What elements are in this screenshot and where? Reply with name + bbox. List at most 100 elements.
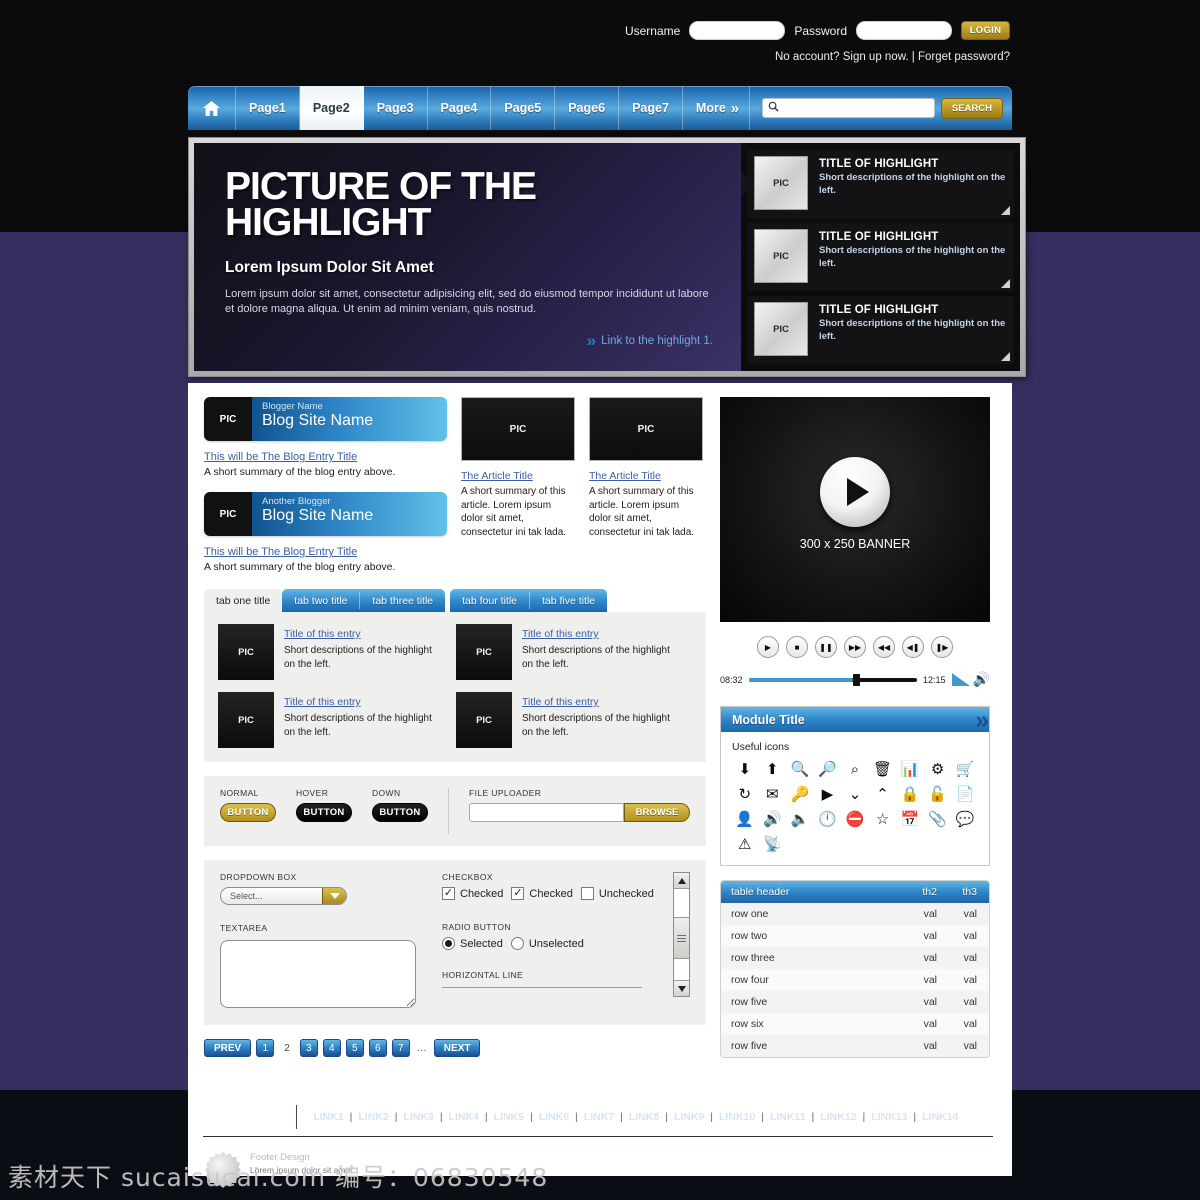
pagination-page-3[interactable]: 3 <box>299 1039 318 1057</box>
previous-track-icon[interactable]: ◀❚ <box>902 636 924 658</box>
nav-more-button[interactable]: More » <box>683 86 751 130</box>
volume-mute-icon[interactable]: 🔈 <box>787 810 813 828</box>
footer-link-4[interactable]: LINK4 <box>449 1111 479 1123</box>
warning-icon[interactable]: ⚠ <box>732 835 758 853</box>
nav-item-page2[interactable]: Page2 <box>299 86 364 130</box>
scroll-up-button[interactable] <box>674 873 689 889</box>
checkbox-item[interactable]: Unchecked <box>580 887 654 900</box>
upload-arrow-icon[interactable]: ⬆ <box>760 760 786 778</box>
footer-link-3[interactable]: LINK3 <box>403 1111 433 1123</box>
checkbox-unchecked-icon[interactable] <box>580 887 594 900</box>
entry-title[interactable]: Title of this entry <box>284 628 361 640</box>
footer-link-12[interactable]: LINK12 <box>820 1111 856 1123</box>
fast-forward-icon[interactable]: ▶▶ <box>844 636 866 658</box>
footer-link-1[interactable]: LINK1 <box>313 1111 343 1123</box>
blog-entry-title[interactable]: This will be The Blog Entry Title <box>204 546 447 558</box>
demo-button-normal[interactable]: BUTTON <box>220 803 276 822</box>
radio-item-selected[interactable]: Selected <box>442 937 503 950</box>
demo-button-down[interactable]: BUTTON <box>372 803 428 822</box>
tab-five[interactable]: tab five title <box>530 589 607 612</box>
download-arrow-icon[interactable]: ⬇ <box>732 760 758 778</box>
blog-header[interactable]: PIC Blogger Name Blog Site Name <box>204 397 447 441</box>
article-title[interactable]: The Article Title <box>589 470 703 482</box>
textarea-input[interactable] <box>220 940 416 1008</box>
footer-link-6[interactable]: LINK6 <box>539 1111 569 1123</box>
password-input[interactable] <box>856 21 952 40</box>
vertical-scrollbar[interactable] <box>673 872 690 997</box>
nav-item-page4[interactable]: Page4 <box>428 86 492 130</box>
rewind-icon[interactable]: ◀◀ <box>873 636 895 658</box>
entry-title[interactable]: Title of this entry <box>522 628 599 640</box>
collapse-up-icon[interactable]: ⌃ <box>870 785 896 803</box>
rss-icon[interactable]: 📡 <box>760 835 786 853</box>
zoom-out-icon[interactable]: 🔎 <box>815 760 841 778</box>
demo-button-hover[interactable]: BUTTON <box>296 803 352 822</box>
tab-two[interactable]: tab two title <box>282 589 359 612</box>
scroll-down-button[interactable] <box>674 980 689 996</box>
footer-link-11[interactable]: LINK11 <box>770 1111 806 1123</box>
signup-forgot-links[interactable]: No account? Sign up now. | Forget passwo… <box>775 51 1010 63</box>
volume-on-icon[interactable]: 🔊 <box>760 810 786 828</box>
checkbox-item[interactable]: ✓ Checked <box>511 887 573 900</box>
pagination-page-1[interactable]: 1 <box>256 1039 275 1057</box>
pagination-page-6[interactable]: 6 <box>368 1039 387 1057</box>
key-icon[interactable]: 🔑 <box>787 785 813 803</box>
bar-chart-icon[interactable]: 📊 <box>897 760 923 778</box>
play-icon[interactable] <box>820 456 890 527</box>
checkbox-checked-icon[interactable]: ✓ <box>511 887 525 900</box>
highlight-card[interactable]: PIC TITLE OF HIGHLIGHT Short description… <box>747 150 1014 218</box>
entry-title[interactable]: Title of this entry <box>284 696 361 708</box>
cart-icon[interactable]: 🛒 <box>952 760 978 778</box>
search-input[interactable] <box>784 102 929 114</box>
highlight-card[interactable]: PIC TITLE OF HIGHLIGHT Short description… <box>747 296 1014 364</box>
entry-title[interactable]: Title of this entry <box>522 696 599 708</box>
nav-item-page3[interactable]: Page3 <box>364 86 428 130</box>
pause-icon[interactable]: ❚❚ <box>815 636 837 658</box>
browse-button[interactable]: BROWSE <box>624 803 690 822</box>
footer-link-5[interactable]: LINK5 <box>494 1111 524 1123</box>
nav-item-page1[interactable]: Page1 <box>236 86 300 130</box>
radio-selected-icon[interactable] <box>442 937 455 950</box>
nav-item-page7[interactable]: Page7 <box>619 86 683 130</box>
chevron-down-icon[interactable] <box>322 888 346 904</box>
media-banner[interactable]: 300 x 250 BANNER <box>720 397 990 622</box>
nav-item-page6[interactable]: Page6 <box>555 86 620 130</box>
tab-three[interactable]: tab three title <box>360 589 445 612</box>
blog-header[interactable]: PIC Another Blogger Blog Site Name <box>204 492 447 536</box>
star-icon[interactable]: ☆ <box>870 810 896 828</box>
username-input[interactable] <box>689 21 786 40</box>
footer-link-10[interactable]: LINK10 <box>719 1111 755 1123</box>
envelope-icon[interactable]: ✉ <box>760 785 786 803</box>
stop-icon[interactable]: ■ <box>786 636 808 658</box>
user-icon[interactable]: 👤 <box>732 810 758 828</box>
footer-link-14[interactable]: LINK14 <box>922 1111 958 1123</box>
nav-item-page5[interactable]: Page5 <box>491 86 556 130</box>
volume-icon[interactable]: 🔊 <box>973 671 990 688</box>
play-icon[interactable]: ▶ <box>757 636 779 658</box>
footer-link-8[interactable]: LINK8 <box>629 1111 659 1123</box>
nav-home-button[interactable] <box>188 86 236 130</box>
footer-link-9[interactable]: LINK9 <box>674 1111 704 1123</box>
footer-link-2[interactable]: LINK2 <box>358 1111 388 1123</box>
pagination-page-5[interactable]: 5 <box>345 1039 364 1057</box>
document-icon[interactable]: 📄 <box>952 785 978 803</box>
footer-link-13[interactable]: LINK13 <box>871 1111 907 1123</box>
trash-icon[interactable]: 🗑 <box>870 760 896 778</box>
lock-open-icon[interactable]: 🔓 <box>925 785 951 803</box>
seek-slider[interactable] <box>748 673 918 686</box>
search-icon[interactable]: ⌕ <box>842 760 868 778</box>
tab-one[interactable]: tab one title <box>204 589 283 612</box>
file-path-input[interactable] <box>469 803 624 822</box>
pagination-page-4[interactable]: 4 <box>322 1039 341 1057</box>
radio-unselected-icon[interactable] <box>510 937 524 950</box>
collapse-down-icon[interactable]: ⌄ <box>842 785 868 803</box>
checkbox-checked-icon[interactable]: ✓ <box>442 887 455 900</box>
scrollbar-thumb[interactable] <box>674 917 689 959</box>
pagination-page-7[interactable]: 7 <box>391 1039 410 1057</box>
block-icon[interactable]: ⛔ <box>842 810 868 828</box>
clock-icon[interactable]: 🕛 <box>815 810 841 828</box>
scrollbar-track[interactable] <box>674 889 689 980</box>
login-button[interactable]: LOGIN <box>961 21 1010 40</box>
checkbox-item[interactable]: ✓ Checked <box>442 887 503 900</box>
comment-icon[interactable]: 💬 <box>952 810 978 828</box>
